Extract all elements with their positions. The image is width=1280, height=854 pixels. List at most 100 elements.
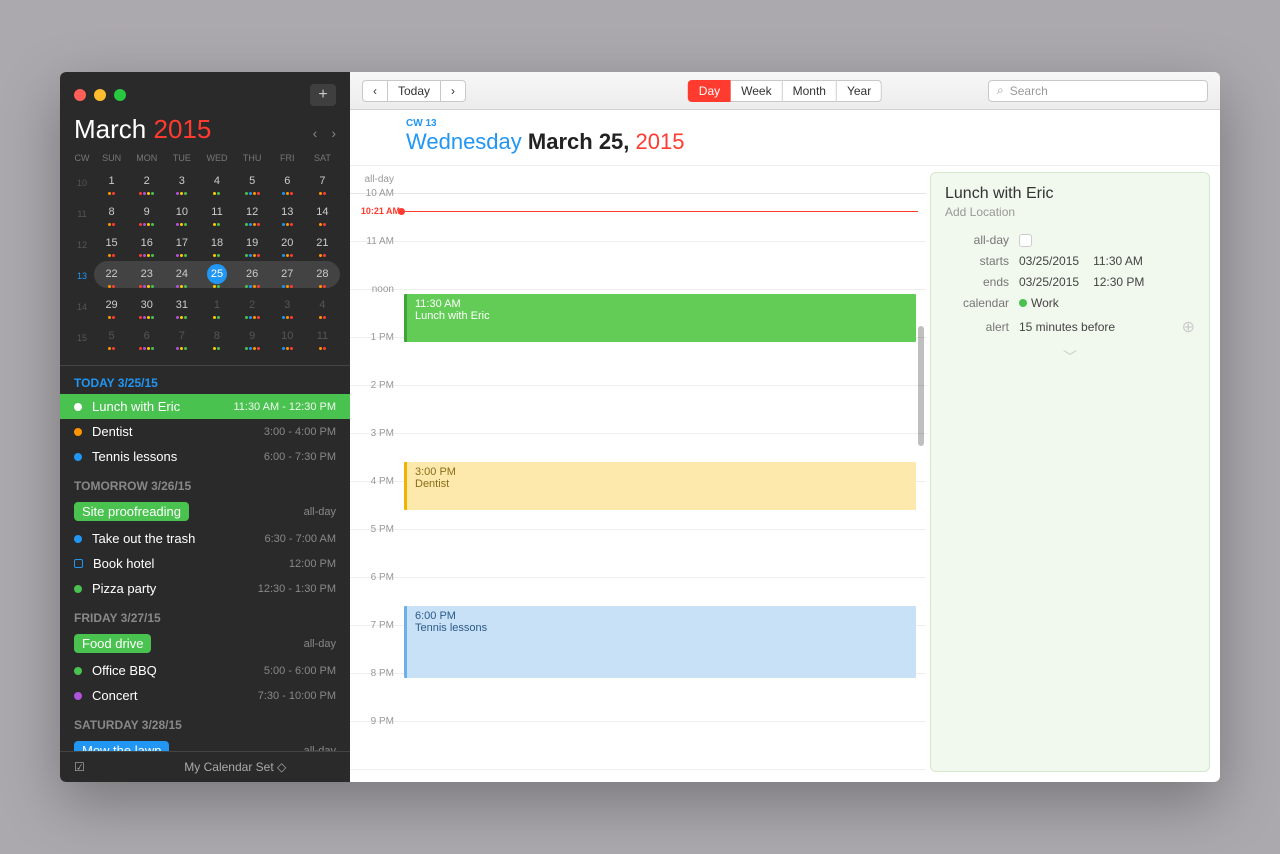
calendar-day[interactable]: 23 [129,262,164,290]
calendar-day[interactable]: 2 [129,169,164,197]
calendar-day[interactable]: 29 [94,293,129,321]
prev-month-button[interactable]: ‹ [313,125,318,141]
calendar-day[interactable]: 12 [235,200,270,228]
calendar-day[interactable]: 10 [270,324,305,352]
calendar-day[interactable]: 9 [129,200,164,228]
calendar-day[interactable]: 10 [164,200,199,228]
calendar-day[interactable]: 16 [129,231,164,259]
calendar-day[interactable]: 15 [94,231,129,259]
calendar-day[interactable]: 7 [305,169,340,197]
starts-time[interactable]: 11:30 AM [1093,254,1143,268]
calendar-day[interactable]: 13 [270,200,305,228]
agenda-item[interactable]: Office BBQ5:00 - 6:00 PM [60,658,350,683]
location-field[interactable]: Add Location [945,205,1195,219]
calendar-day[interactable]: 31 [164,293,199,321]
calendar-day[interactable]: 22 [94,262,129,290]
add-alert-button[interactable]: ⊕ [1182,317,1195,337]
calendar-week-label: CW 13 [406,118,1208,129]
calendar-day[interactable]: 28 [305,262,340,290]
search-input[interactable]: ⌕ Search [988,80,1208,102]
calendar-day[interactable]: 3 [270,293,305,321]
calendar-day[interactable]: 25 [199,262,234,290]
agenda-section-header: TOMORROW 3/26/15 [60,469,350,497]
hour-label: 1 PM [350,332,402,343]
mini-calendar[interactable]: CWSUNMONTUEWEDTHUFRISAT10123456711891011… [60,153,350,365]
calendar-day[interactable]: 1 [94,169,129,197]
calendar-day[interactable]: 6 [270,169,305,197]
agenda-item[interactable]: Food driveall-day [60,629,350,658]
agenda-item[interactable]: Dentist3:00 - 4:00 PM [60,419,350,444]
calendar-day[interactable]: 20 [270,231,305,259]
calendar-day[interactable]: 7 [164,324,199,352]
event-inspector: Lunch with Eric Add Location all-day sta… [930,172,1210,772]
event-title[interactable]: Lunch with Eric [945,185,1195,203]
calendar-day[interactable]: 14 [305,200,340,228]
today-button[interactable]: Today [388,80,441,102]
calendar-day[interactable]: 9 [235,324,270,352]
allday-checkbox[interactable] [1019,234,1032,247]
calendar-day[interactable]: 4 [305,293,340,321]
agenda-list[interactable]: TODAY 3/25/15Lunch with Eric11:30 AM - 1… [60,365,350,751]
hour-label: 8 PM [350,668,402,679]
calendar-day[interactable]: 11 [199,200,234,228]
app-window: + March 2015 ‹ › CWSUNMONTUEWEDTHUFRISAT… [60,72,1220,782]
minimize-icon[interactable] [94,89,106,101]
calendar-day[interactable]: 4 [199,169,234,197]
view-week-button[interactable]: Week [731,80,782,102]
calendar-day[interactable]: 6 [129,324,164,352]
calendar-day[interactable]: 1 [199,293,234,321]
calendar-day[interactable]: 3 [164,169,199,197]
calendar-day[interactable]: 2 [235,293,270,321]
next-day-button[interactable]: › [441,80,466,102]
ends-date[interactable]: 03/25/2015 [1019,275,1079,289]
agenda-section-header: TODAY 3/25/15 [60,366,350,394]
agenda-item[interactable]: Tennis lessons6:00 - 7:30 PM [60,444,350,469]
calendar-selector[interactable]: Work [1019,296,1059,310]
calendar-day[interactable]: 11 [305,324,340,352]
calendar-day[interactable]: 5 [235,169,270,197]
alert-value[interactable]: 15 minutes before [1019,320,1115,334]
prev-day-button[interactable]: ‹ [362,80,388,102]
starts-date[interactable]: 03/25/2015 [1019,254,1079,268]
sidebar: + March 2015 ‹ › CWSUNMONTUEWEDTHUFRISAT… [60,72,350,782]
agenda-item[interactable]: Pizza party12:30 - 1:30 PM [60,576,350,601]
month-title: March 2015 [74,114,211,145]
hour-label: 6 PM [350,572,402,583]
calendar-day[interactable]: 8 [199,324,234,352]
calendar-day[interactable]: 17 [164,231,199,259]
view-month-button[interactable]: Month [783,80,837,102]
window-controls [74,89,126,101]
calendar-day[interactable]: 27 [270,262,305,290]
event-block[interactable]: 3:00 PMDentist [404,462,916,510]
scrollbar[interactable] [918,326,924,446]
checkmark-icon[interactable]: ☑ [74,760,85,774]
expand-icon[interactable]: ﹀ [945,347,1195,367]
event-block[interactable]: 6:00 PMTennis lessons [404,606,916,678]
view-day-button[interactable]: Day [688,80,731,102]
day-view[interactable]: all-day 10 AM11 AMnoon1 PM2 PM3 PM4 PM5 … [350,166,926,782]
close-icon[interactable] [74,89,86,101]
agenda-item[interactable]: Take out the trash6:30 - 7:00 AM [60,526,350,551]
hour-label: noon [350,284,402,295]
agenda-item[interactable]: Mow the lawnall-day [60,736,350,751]
calendar-set-selector[interactable]: My Calendar Set ◇ [184,760,286,774]
agenda-item[interactable]: Book hotel12:00 PM [60,551,350,576]
next-month-button[interactable]: › [331,125,336,141]
maximize-icon[interactable] [114,89,126,101]
calendar-day[interactable]: 21 [305,231,340,259]
view-year-button[interactable]: Year [837,80,882,102]
calendar-day[interactable]: 5 [94,324,129,352]
calendar-day[interactable]: 19 [235,231,270,259]
ends-time[interactable]: 12:30 PM [1093,275,1144,289]
calendar-day[interactable]: 18 [199,231,234,259]
event-block[interactable]: 11:30 AMLunch with Eric [404,294,916,342]
agenda-item[interactable]: Concert7:30 - 10:00 PM [60,683,350,708]
agenda-item[interactable]: Lunch with Eric11:30 AM - 12:30 PM [60,394,350,419]
calendar-day[interactable]: 26 [235,262,270,290]
calendar-day[interactable]: 30 [129,293,164,321]
hour-label: 10 AM [350,188,402,199]
calendar-day[interactable]: 24 [164,262,199,290]
add-event-button[interactable]: + [310,84,336,106]
calendar-day[interactable]: 8 [94,200,129,228]
agenda-item[interactable]: Site proofreadingall-day [60,497,350,526]
